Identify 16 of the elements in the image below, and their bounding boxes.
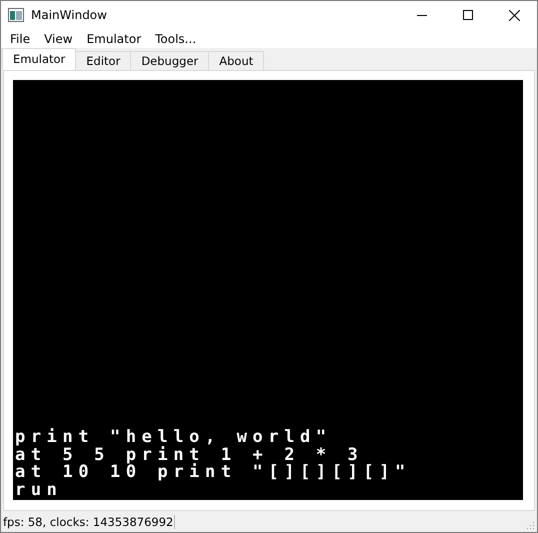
screen-text-line: print "hello, world" [15, 429, 333, 446]
tab[interactable]: Debugger [130, 51, 210, 70]
screen-text-line: at 10 10 print "[][][][]" [15, 464, 412, 482]
menu-item[interactable]: Tools... [148, 32, 204, 46]
close-icon [508, 10, 520, 20]
screen-text-line: run [15, 482, 64, 499]
menu-item[interactable]: File [3, 32, 38, 46]
window-title: MainWindow [31, 8, 107, 22]
tab[interactable]: Emulator [2, 48, 76, 70]
menu-item[interactable]: View [37, 32, 80, 46]
app-icon [8, 8, 24, 22]
tab[interactable]: About [208, 51, 264, 70]
status-text: fps: 58, clocks: 14353876992 [3, 514, 176, 528]
screen-text-line: at 5 5 print 1 + 2 * 3 [15, 446, 364, 464]
maximize-icon [463, 10, 473, 20]
menu-item[interactable]: Emulator [80, 32, 148, 46]
